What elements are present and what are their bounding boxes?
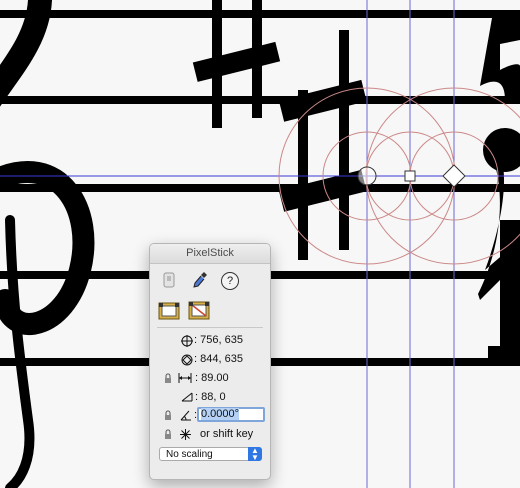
angle-input[interactable]: 0.0000° [197,407,265,422]
crosshair-circle-icon [181,335,193,350]
angle-icon [180,410,192,424]
shift-key-text: or shift key [200,428,254,440]
select-arrows-icon: ▲ ▼ [248,447,262,462]
pixelstick-panel[interactable]: PixelStick ? : 756, 635 : 844, 635 : 89.… [149,243,271,480]
document-icon[interactable] [162,272,176,288]
scaling-select[interactable]: No scaling ▲ ▼ [159,447,262,462]
distance-value: : 89.00 [195,372,229,384]
sharp-sign-upper [192,0,281,128]
lock-snap-icon[interactable] [164,429,172,442]
help-button[interactable]: ? [221,272,239,290]
distance-row: : 89.00 [150,370,270,388]
sharp-sign-lower [278,30,367,260]
midpoint-handle[interactable] [404,170,416,182]
end-point-row: : 844, 635 [150,351,270,369]
start-point-value: : 756, 635 [194,334,243,346]
eyedropper-icon[interactable] [192,271,208,289]
snap-star-icon [180,429,191,443]
separator [157,327,263,328]
delta-triangle-icon [181,392,193,405]
start-point-row: : 756, 635 [150,332,270,350]
panel-title: PixelStick [150,244,270,264]
angle-input-value: 0.0000° [201,408,240,420]
endpoint-end-handle[interactable] [442,164,466,188]
screen-capture-icon[interactable] [158,300,180,320]
end-point-value: : 844, 635 [194,353,243,365]
crosshair-diamond-icon [181,354,193,369]
delta-value: : 88, 0 [195,391,226,403]
scaling-select-value: No scaling [166,449,213,460]
angle-row: : 0.0000° [150,407,270,425]
window-capture-icon[interactable] [188,299,210,320]
delta-row: : 88, 0 [150,389,270,407]
lock-distance-icon[interactable] [164,373,172,386]
lock-angle-icon[interactable] [164,410,172,423]
endpoint-start-handle[interactable] [357,166,377,186]
treble-clef [0,0,95,488]
distance-icon [178,373,192,386]
shift-key-row: or shift key [150,426,270,444]
